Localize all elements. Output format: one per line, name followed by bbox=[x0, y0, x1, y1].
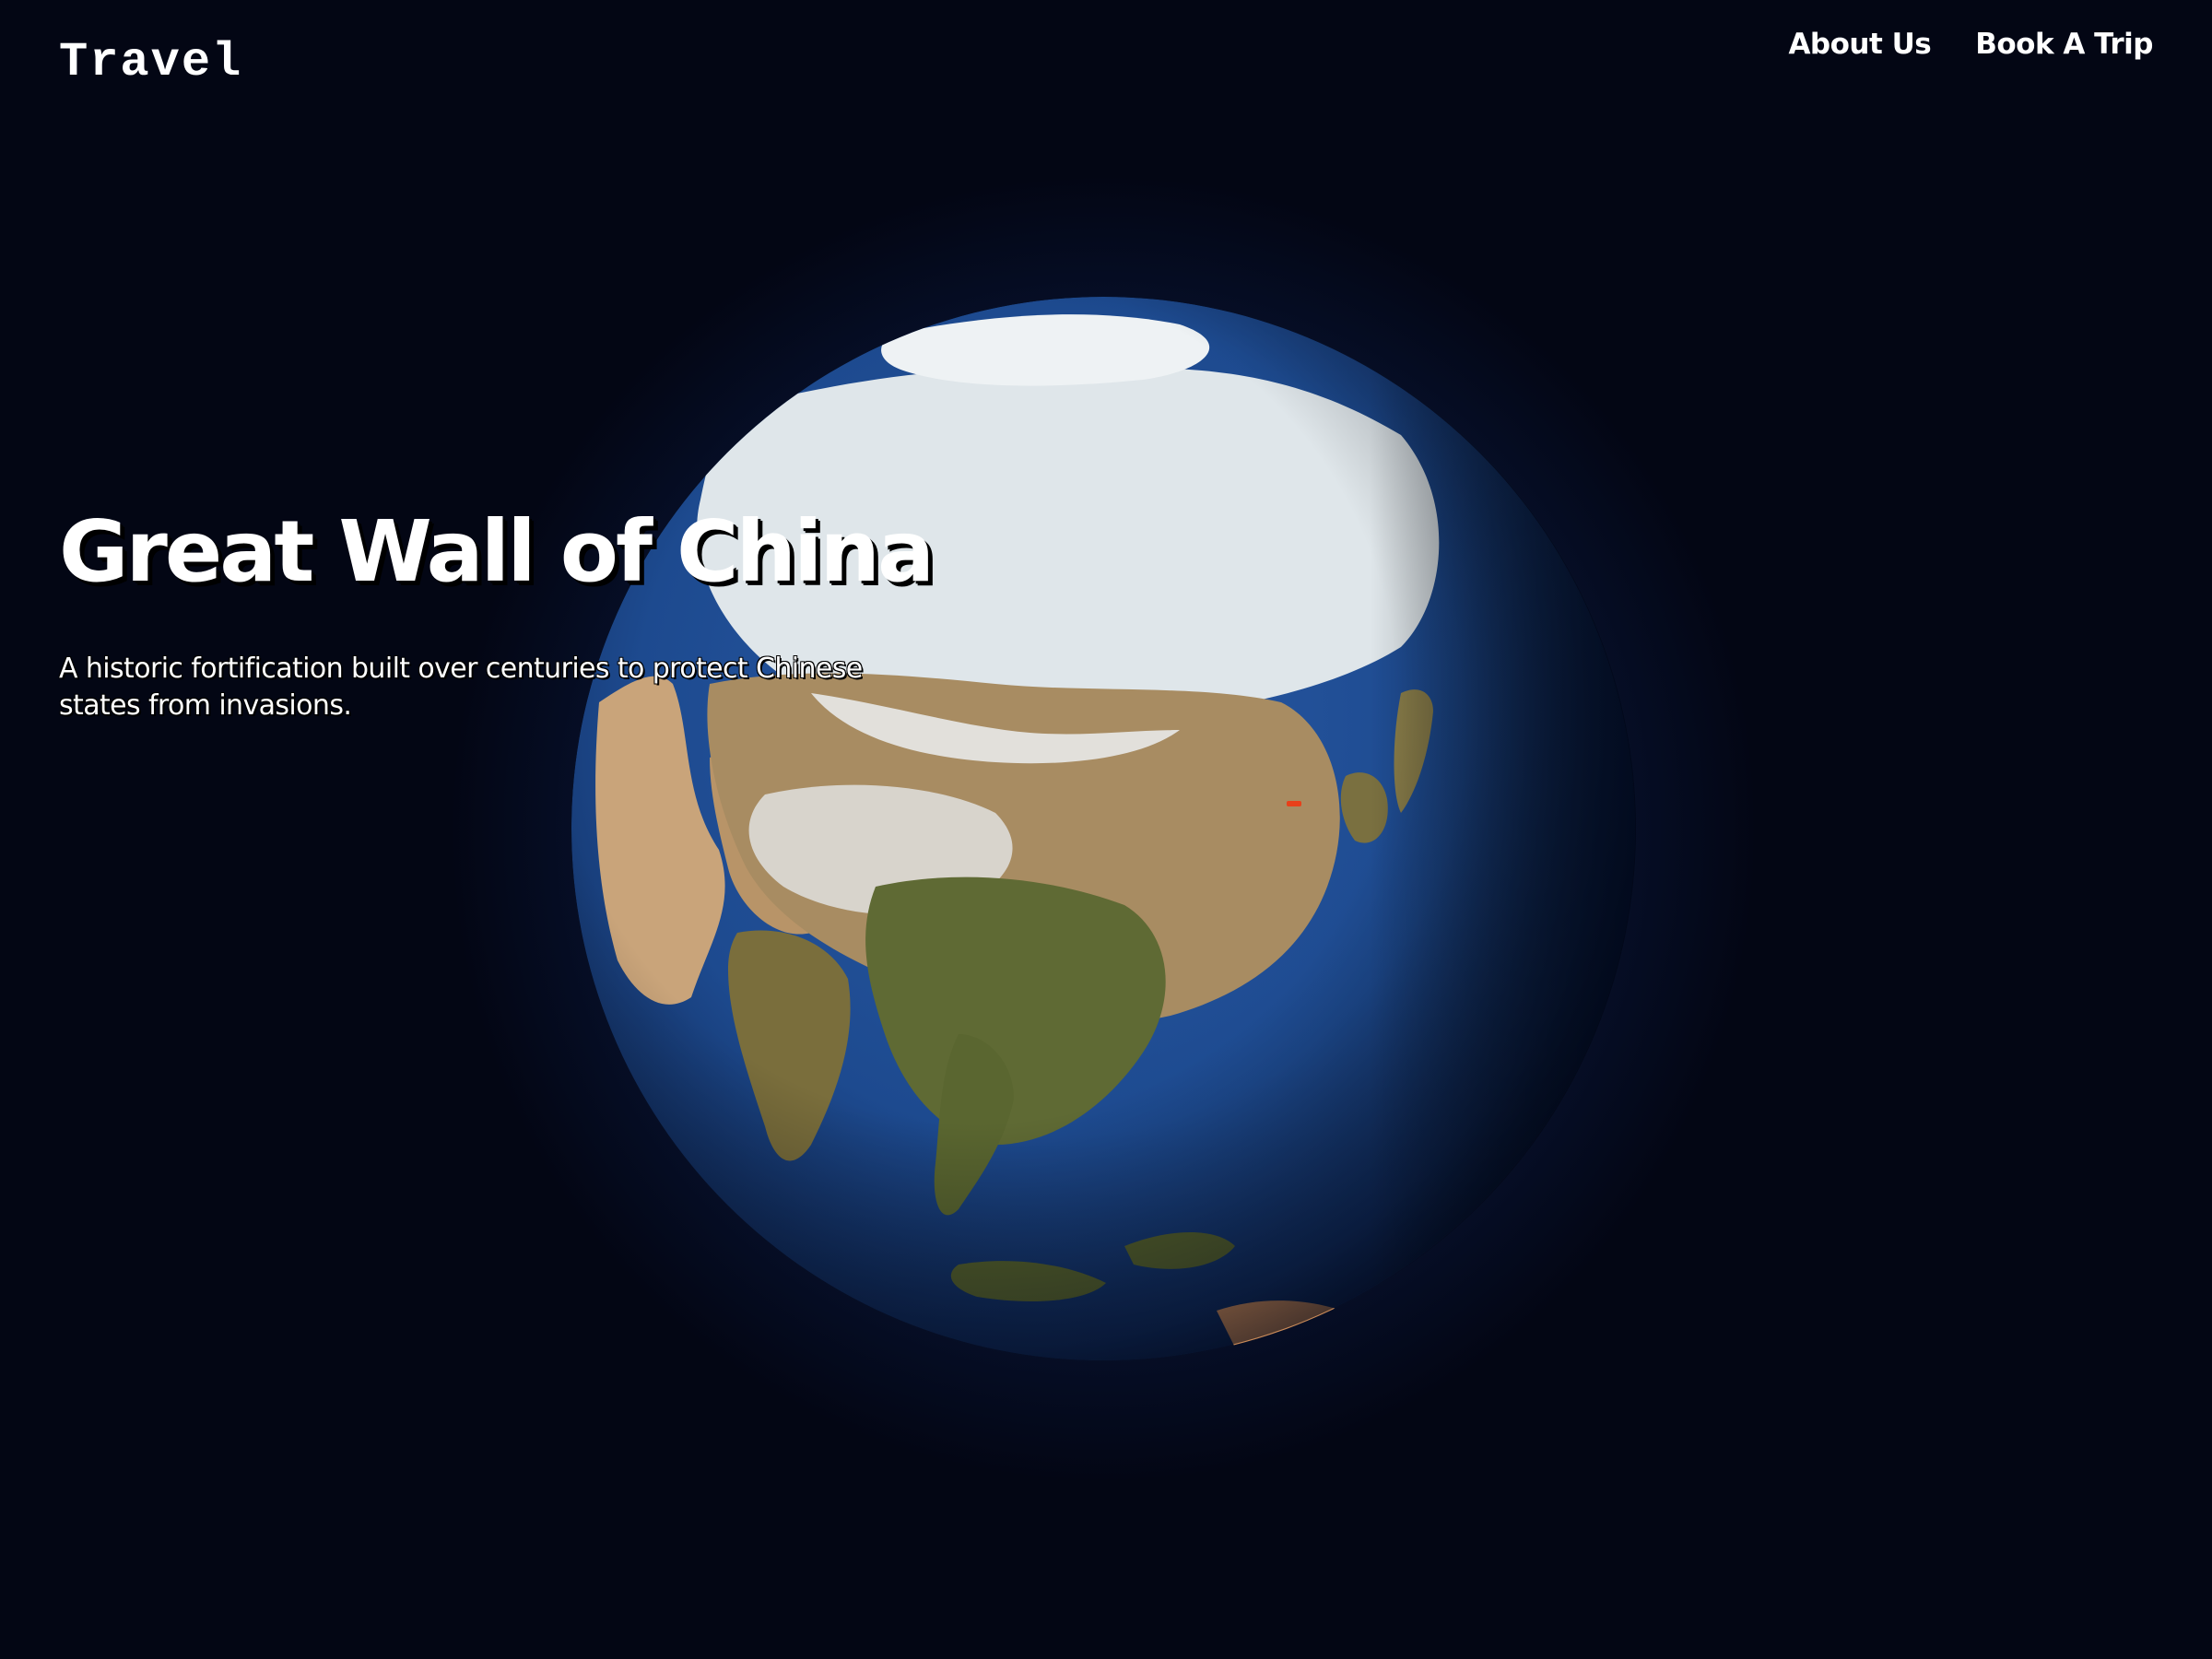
globe-container[interactable] bbox=[442, 168, 1765, 1490]
top-nav: About Us Book A Trip bbox=[1788, 28, 2153, 61]
page: Travel About Us Book A Trip Great Wall o… bbox=[0, 0, 2212, 1659]
earth-globe-graphic bbox=[571, 297, 1636, 1361]
hero-title: Great Wall of China bbox=[59, 502, 935, 601]
hero-description: A historic fortification built over cent… bbox=[59, 653, 863, 722]
logo[interactable]: Travel bbox=[59, 35, 242, 89]
nav-book-a-trip-link[interactable]: Book A Trip bbox=[1975, 28, 2153, 61]
nav-about-us-link[interactable]: About Us bbox=[1788, 28, 1931, 61]
earth-globe[interactable] bbox=[571, 297, 1636, 1361]
